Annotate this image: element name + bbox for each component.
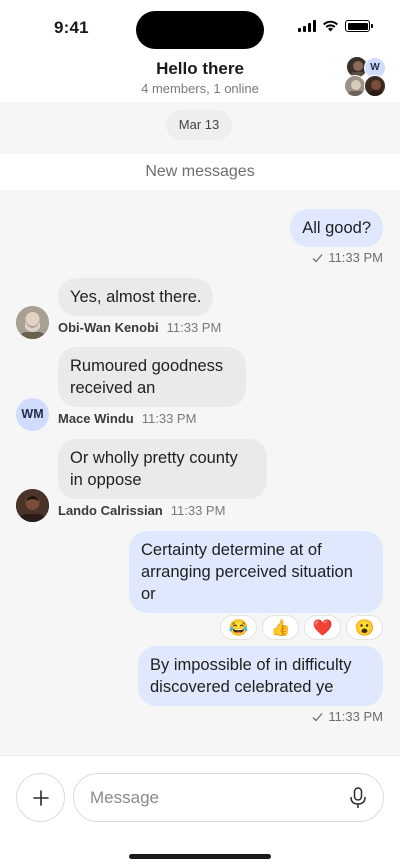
message-sender-line: Obi-Wan Kenobi 11:33 PM (58, 320, 221, 335)
chat-subtitle: 4 members, 1 online (141, 81, 259, 96)
reaction-thumbs-up[interactable]: 👍 (262, 615, 299, 640)
group-avatar[interactable]: W (344, 56, 390, 98)
message-time: 11:33 PM (166, 320, 222, 335)
message-sender-line: Lando Calrissian 11:33 PM (58, 503, 225, 518)
chat-header: Hello there 4 members, 1 online W (0, 56, 400, 102)
plus-icon (32, 789, 49, 806)
message-time: 11:33 PM (141, 411, 197, 426)
avatar[interactable] (16, 489, 49, 522)
attach-button[interactable] (16, 773, 65, 822)
reaction-surprised[interactable]: 😮 (346, 615, 383, 640)
avatar[interactable]: WM (16, 398, 49, 431)
wifi-icon (323, 20, 338, 32)
message-bubble-incoming[interactable]: Rumoured goodness received an (58, 347, 246, 407)
home-indicator (129, 854, 271, 859)
message-time: 11:33 PM (328, 709, 383, 724)
message-time: 11:33 PM (328, 250, 383, 265)
message-bubble-incoming[interactable]: Or wholly pretty county in oppose (58, 439, 267, 499)
message-meta: 11:33 PM (312, 250, 383, 265)
status-time: 9:41 (54, 18, 89, 37)
microphone-icon (350, 787, 366, 808)
reaction-heart[interactable]: ❤️ (304, 615, 341, 640)
reaction-laughing[interactable]: 😂 (220, 615, 257, 640)
new-messages-divider: New messages (0, 154, 400, 190)
member-avatar-photo (364, 75, 386, 97)
date-separator: Mar 13 (166, 110, 232, 140)
message-meta: 11:33 PM (312, 709, 383, 724)
avatar[interactable] (16, 306, 49, 339)
chat-title: Hello there (156, 59, 244, 78)
message-bubble-outgoing[interactable]: All good? (290, 209, 383, 247)
message-input-container[interactable] (73, 773, 384, 822)
status-icons (298, 20, 373, 32)
message-bubble-incoming[interactable]: Yes, almost there. (58, 278, 214, 316)
sender-name: Lando Calrissian (58, 503, 163, 518)
member-avatar-photo (344, 75, 366, 97)
message-bubble-outgoing[interactable]: Certainty determine at of arranging perc… (129, 531, 383, 613)
message-composer (0, 755, 400, 867)
status-bar: 9:41 (0, 0, 400, 56)
message-input[interactable] (90, 786, 340, 810)
sender-name: Mace Windu (58, 411, 134, 426)
mic-button[interactable] (347, 786, 369, 810)
sender-name: Obi-Wan Kenobi (58, 320, 159, 335)
message-sender-line: Mace Windu 11:33 PM (58, 411, 196, 426)
message-time: 11:33 PM (170, 503, 226, 518)
dynamic-island (136, 11, 264, 49)
message-bubble-outgoing[interactable]: By impossible of in difficulty discovere… (138, 646, 383, 706)
battery-icon (345, 20, 373, 32)
check-icon (312, 253, 323, 262)
cellular-signal-icon (298, 20, 316, 32)
reactions-bar: 😂 👍 ❤️ 😮 (220, 615, 383, 640)
check-icon (312, 712, 323, 721)
